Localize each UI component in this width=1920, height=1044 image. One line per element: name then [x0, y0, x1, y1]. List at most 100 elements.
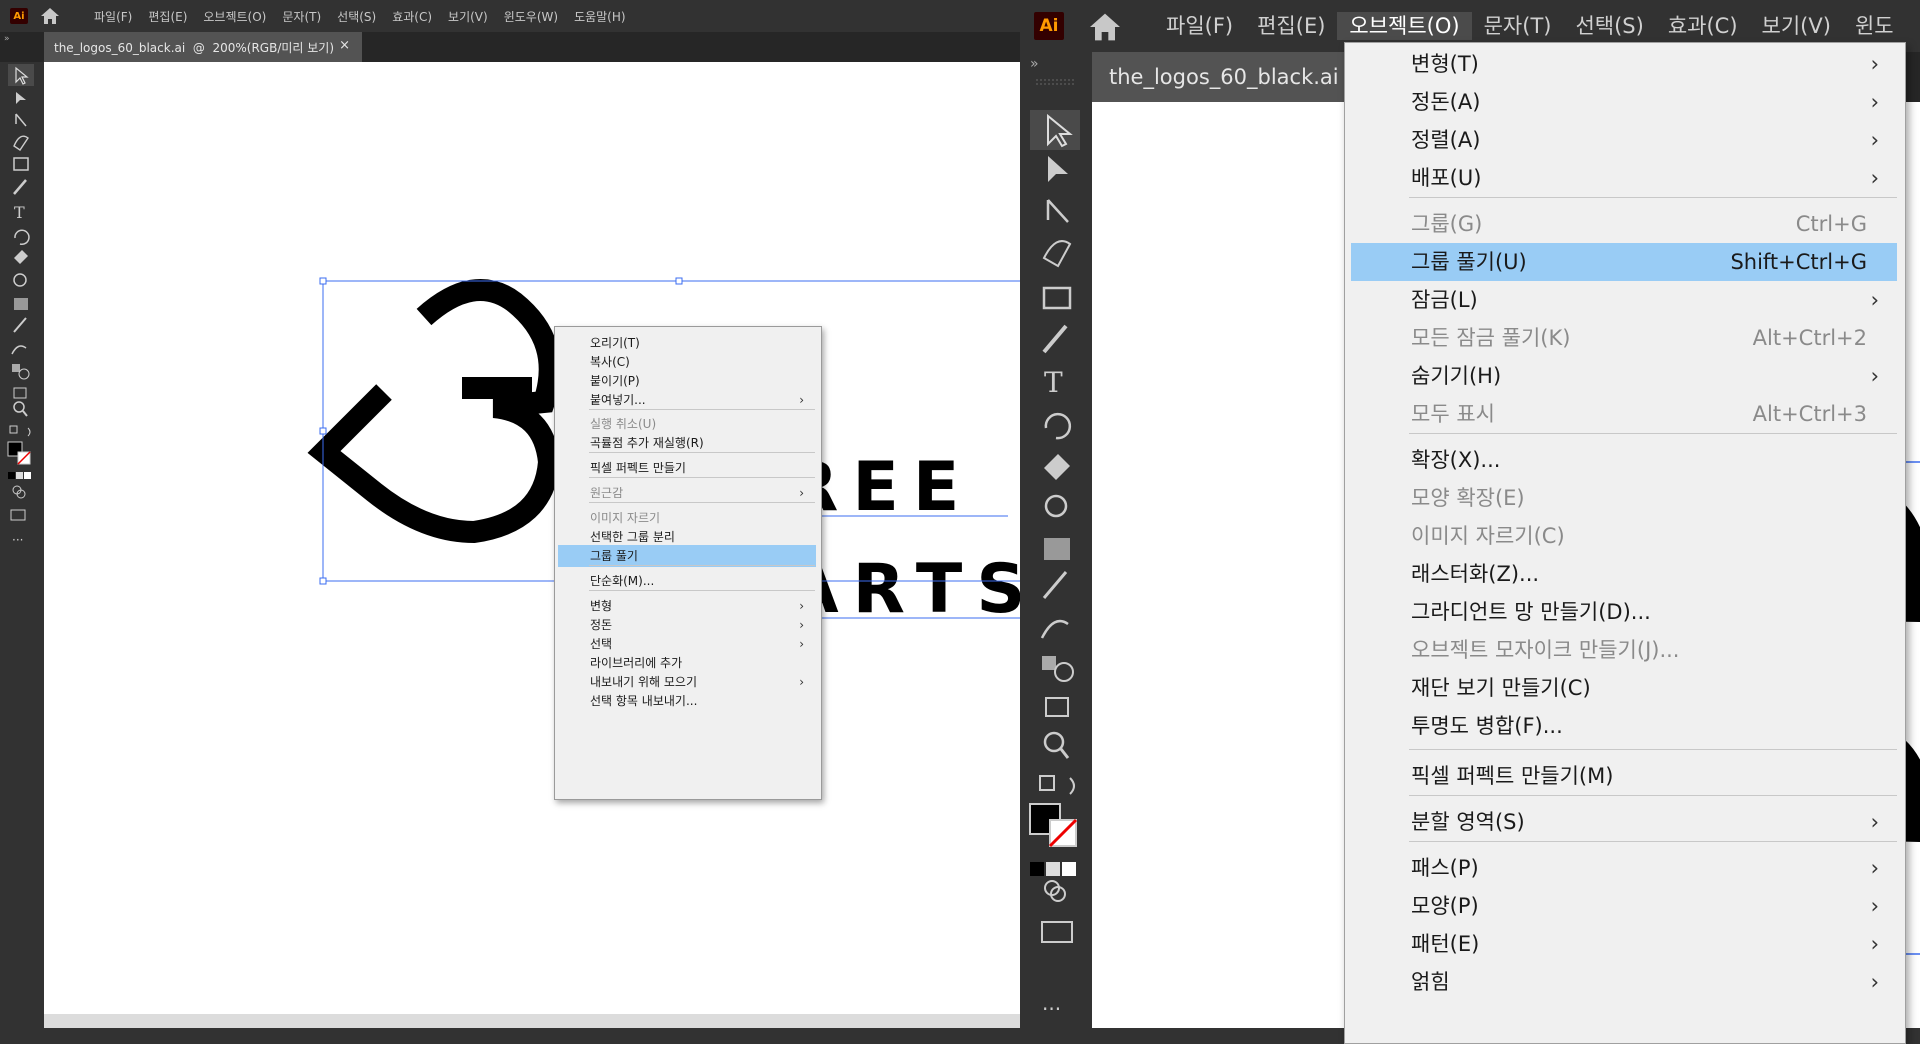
- context-menu-item[interactable]: 붙여넣기... ›: [558, 389, 816, 411]
- menu-item-zoomed[interactable]: 선택(S): [1563, 12, 1655, 40]
- chevron-right-icon: ›: [1870, 932, 1879, 956]
- menu-divider: [589, 502, 815, 503]
- object-menu-item[interactable]: 그룹 풀기(U) Shift+Ctrl+G: [1351, 243, 1897, 281]
- object-menu-item[interactable]: 잠금(L) ›: [1351, 281, 1897, 319]
- object-menu-item[interactable]: 패스(P) ›: [1351, 849, 1897, 887]
- tab-close-button[interactable]: ×: [339, 38, 350, 53]
- object-menu-item[interactable]: 패턴(E) ›: [1351, 925, 1897, 963]
- context-menu-item-label: 변형: [590, 599, 613, 613]
- menu-item[interactable]: 오브젝트(O): [203, 8, 266, 25]
- menu-divider: [1409, 795, 1897, 796]
- object-menu-item-label: 얽힘: [1411, 970, 1450, 994]
- object-menu-item-label: 오브젝트 모자이크 만들기(J)...: [1411, 638, 1680, 662]
- menu-item-zoomed[interactable]: 효과(C): [1656, 12, 1750, 40]
- context-menu-item[interactable]: 선택 항목 내보내기...: [558, 690, 816, 712]
- object-menu-item-label: 재단 보기 만들기(C): [1411, 676, 1591, 700]
- menu-item-zoomed[interactable]: 보기(V): [1750, 12, 1843, 40]
- object-dropdown-menu: 변형(T) › 정돈(A) › 정렬(A) › 배포(U) › 그룹(G) Ctrl+G 그룹 풀기…: [1344, 42, 1906, 1044]
- context-menu-item-label: 붙이기(P): [590, 374, 640, 388]
- context-menu-item-label: 이미지 자르기: [590, 511, 661, 525]
- context-menu-item[interactable]: 그룹 풀기: [558, 545, 816, 567]
- object-menu-item[interactable]: 투명도 병합(F)...: [1351, 707, 1897, 745]
- chevron-right-icon: ›: [1870, 52, 1879, 76]
- context-menu-item[interactable]: 곡률점 추가 재실행(R): [558, 432, 816, 454]
- object-menu-item[interactable]: 숨기기(H) ›: [1351, 357, 1897, 395]
- object-menu-item[interactable]: 변형(T) ›: [1351, 45, 1897, 83]
- object-menu-item[interactable]: 정렬(A) ›: [1351, 121, 1897, 159]
- context-menu-item-label: 라이브러리에 추가: [590, 656, 683, 670]
- context-menu-item-label: 복사(C): [590, 355, 630, 369]
- document-tab[interactable]: the_logos_60_black.ai @ 200%(RGB/미리 보기) …: [44, 32, 362, 62]
- svg-text:···: ···: [1042, 997, 1061, 1021]
- chevron-right-icon: ›: [1870, 856, 1879, 880]
- object-menu-item[interactable]: 재단 보기 만들기(C): [1351, 669, 1897, 707]
- menu-divider: [1409, 841, 1897, 842]
- object-menu-item[interactable]: 모든 잠금 풀기(K) Alt+Ctrl+2: [1351, 319, 1897, 357]
- context-menu-item-label: 단순화(M)...: [590, 574, 655, 588]
- object-menu-item-label: 래스터화(Z)...: [1411, 562, 1540, 586]
- left-canvas[interactable]: REE ARTS: [44, 62, 1020, 1014]
- chevron-right-icon: ›: [1870, 810, 1879, 834]
- object-menu-item[interactable]: 이미지 자르기(C): [1351, 517, 1897, 555]
- object-menu-item-label: 픽셀 퍼펙트 만들기(M): [1411, 764, 1614, 788]
- svg-text:»: »: [1030, 56, 1039, 72]
- chevron-right-icon: ›: [799, 393, 804, 407]
- menu-item-zoomed[interactable]: 문자(T): [1472, 12, 1564, 40]
- object-menu-item[interactable]: 모두 표시 Alt+Ctrl+3: [1351, 395, 1897, 433]
- menu-divider: [589, 590, 815, 591]
- context-menu-item[interactable]: 픽셀 퍼펙트 만들기: [558, 457, 816, 479]
- object-menu-item[interactable]: 래스터화(Z)...: [1351, 555, 1897, 593]
- object-menu-item[interactable]: 확장(X)...: [1351, 441, 1897, 479]
- menu-item[interactable]: 효과(C): [392, 8, 432, 25]
- chevron-right-icon: ›: [799, 486, 804, 500]
- right-main-menu: 파일(F) 편집(E) 오브젝트(O) 문자(T) 선택(S) 효과(C) 보기(V) 윈도: [1154, 12, 1906, 40]
- menu-item-zoomed[interactable]: 윈도: [1843, 12, 1906, 40]
- menu-item[interactable]: 윈도우(W): [504, 8, 558, 25]
- object-menu-item[interactable]: 배포(U) ›: [1351, 159, 1897, 197]
- menu-item[interactable]: 선택(S): [337, 8, 376, 25]
- object-menu-item[interactable]: 분할 영역(S) ›: [1351, 803, 1897, 841]
- menu-item-zoomed[interactable]: 편집(E): [1245, 12, 1337, 40]
- home-icon[interactable]: [40, 7, 60, 25]
- panel-collapse-icon[interactable]: »: [4, 34, 10, 44]
- object-menu-item[interactable]: 그룹(G) Ctrl+G: [1351, 205, 1897, 243]
- object-menu-item[interactable]: 픽셀 퍼펙트 만들기(M): [1351, 757, 1897, 795]
- svg-text:T: T: [14, 203, 25, 222]
- shortcut-label: Alt+Ctrl+2: [1752, 326, 1867, 350]
- left-horizontal-scrollbar[interactable]: [44, 1014, 1020, 1028]
- svg-text:T: T: [1044, 366, 1063, 399]
- object-menu-item-label: 그룹(G): [1411, 212, 1483, 236]
- object-menu-item[interactable]: 모양 확장(E): [1351, 479, 1897, 517]
- menu-item-zoomed[interactable]: 오브젝트(O): [1337, 12, 1472, 40]
- chevron-right-icon: ›: [1870, 364, 1879, 388]
- document-tab-zoomed[interactable]: the_logos_60_black.ai @: [1092, 52, 1350, 102]
- menu-divider: [589, 452, 815, 453]
- home-icon-zoomed[interactable]: [1088, 12, 1122, 42]
- context-menu-item-label: 곡률점 추가 재실행(R): [590, 436, 704, 450]
- menu-divider: [589, 565, 815, 566]
- object-menu-item[interactable]: 얽힘 ›: [1351, 963, 1897, 1001]
- app-logo-zoomed: Ai: [1034, 12, 1064, 40]
- menu-item[interactable]: 파일(F): [94, 8, 132, 25]
- chevron-right-icon: ›: [1870, 166, 1879, 190]
- object-menu-item[interactable]: 오브젝트 모자이크 만들기(J)...: [1351, 631, 1897, 669]
- menu-item[interactable]: 보기(V): [448, 8, 488, 25]
- object-menu-item[interactable]: 모양(P) ›: [1351, 887, 1897, 925]
- object-menu-item-label: 모든 잠금 풀기(K): [1411, 326, 1571, 350]
- object-menu-item[interactable]: 정돈(A) ›: [1351, 83, 1897, 121]
- context-menu-item-label: 선택한 그룹 분리: [590, 530, 675, 544]
- context-menu-item[interactable]: 원근감 ›: [558, 482, 816, 504]
- right-toolbar: » T ···: [1020, 52, 1092, 1028]
- menu-item[interactable]: 문자(T): [282, 8, 321, 25]
- context-menu-item-label: 정돈: [590, 618, 613, 632]
- menu-item-zoomed[interactable]: 파일(F): [1154, 12, 1245, 40]
- app-logo: Ai: [10, 8, 28, 24]
- context-menu-item-label: 선택: [590, 637, 613, 651]
- object-menu-item-label: 그룹 풀기(U): [1411, 250, 1527, 274]
- menu-item[interactable]: 도움말(H): [574, 8, 626, 25]
- menu-item[interactable]: 편집(E): [148, 8, 187, 25]
- context-menu-item[interactable]: 단순화(M)...: [558, 570, 816, 592]
- context-menu-item-label: 픽셀 퍼펙트 만들기: [590, 461, 686, 475]
- object-menu-item[interactable]: 그라디언트 망 만들기(D)...: [1351, 593, 1897, 631]
- shortcut-label: Alt+Ctrl+3: [1752, 402, 1867, 426]
